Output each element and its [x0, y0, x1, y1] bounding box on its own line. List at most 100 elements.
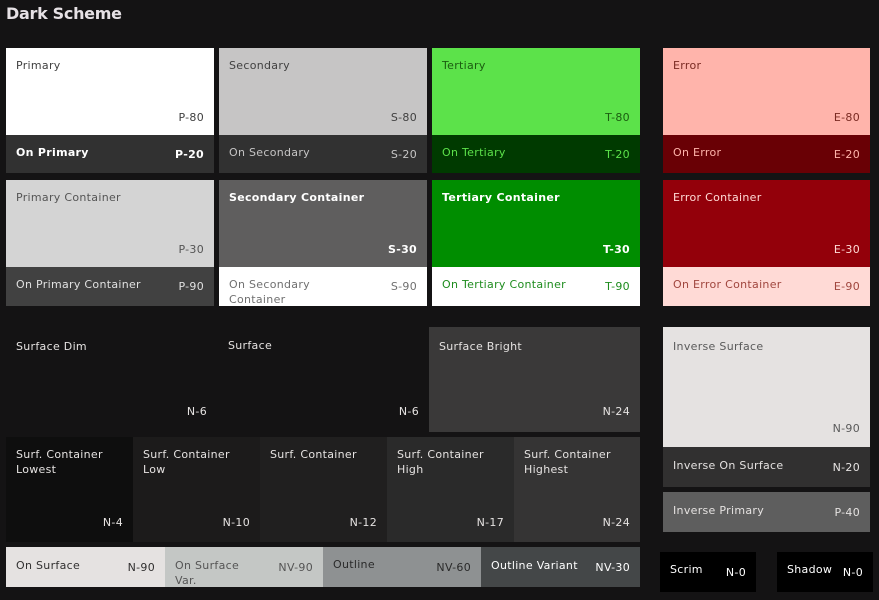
surface-container-tile[interactable]: Surf. Container N-12 [260, 437, 387, 542]
on-tertiary-container-tile[interactable]: On Tertiary Container T-90 [432, 267, 640, 306]
tile-tone: E-80 [833, 111, 860, 124]
tile-tone: N-0 [725, 566, 746, 579]
tile-tone: E-30 [833, 243, 860, 256]
on-error-container-tile[interactable]: On Error Container E-90 [663, 267, 870, 306]
tile-tone: T-20 [605, 148, 630, 161]
outline-variant-tile[interactable]: Outline Variant NV-30 [481, 547, 640, 587]
tile-label: Primary [16, 59, 61, 72]
tile-label: On Surface Var. [175, 559, 240, 587]
tile-tone: T-90 [605, 280, 630, 293]
shadow-tile[interactable]: Shadow N-0 [777, 552, 873, 592]
surface-container-low-tile[interactable]: Surf. Container Low N-10 [133, 437, 260, 542]
tile-tone: N-6 [398, 405, 419, 418]
tile-tone: NV-30 [595, 561, 630, 574]
surface-bright-tile[interactable]: Surface Bright N-24 [429, 327, 640, 432]
tile-label: Shadow [787, 563, 833, 576]
error-container-tile[interactable]: Error Container E-30 [663, 180, 870, 267]
tile-label: Surface [228, 339, 273, 352]
tile-label: Surface Dim [16, 340, 87, 353]
tile-tone: S-80 [390, 111, 417, 124]
tile-tone: S-20 [390, 148, 417, 161]
tile-label: On Surface [16, 559, 81, 572]
tile-label: On Primary Container [16, 278, 141, 291]
tile-label: Surf. Container Lowest [16, 448, 103, 476]
on-surface-variant-tile[interactable]: On Surface Var. NV-90 [165, 547, 323, 587]
tile-tone: N-4 [102, 516, 123, 529]
tile-label: Inverse Surface [673, 340, 764, 353]
tile-tone: N-10 [222, 516, 250, 529]
tile-label: Error [673, 59, 702, 72]
tile-tone: NV-90 [278, 561, 313, 574]
on-secondary-container-tile[interactable]: On Secondary Container S-90 [219, 267, 427, 306]
tile-label: Surf. Container [270, 448, 357, 461]
scrim-tile[interactable]: Scrim N-0 [660, 552, 756, 592]
primary-tile[interactable]: Primary P-80 [6, 48, 214, 135]
surface-container-highest-tile[interactable]: Surf. Container Highest N-24 [514, 437, 640, 542]
surface-container-lowest-tile[interactable]: Surf. Container Lowest N-4 [6, 437, 133, 542]
tile-label: On Secondary Container [229, 278, 310, 306]
tile-tone: E-20 [833, 148, 860, 161]
tile-tone: E-90 [833, 280, 860, 293]
inverse-on-surface-tile[interactable]: Inverse On Surface N-20 [663, 447, 870, 487]
tile-label: On Primary [16, 146, 89, 159]
outline-tile[interactable]: Outline NV-60 [323, 547, 481, 587]
tile-tone: N-12 [349, 516, 377, 529]
tile-tone: N-24 [602, 405, 630, 418]
tile-label: Secondary Container [229, 191, 365, 204]
tile-tone: S-30 [388, 243, 417, 256]
inverse-primary-tile[interactable]: Inverse Primary P-40 [663, 492, 870, 532]
tile-label: Outline Variant [491, 559, 578, 572]
secondary-container-tile[interactable]: Secondary Container S-30 [219, 180, 427, 267]
tile-tone: S-90 [390, 280, 417, 293]
tile-tone: N-90 [832, 422, 860, 435]
tile-tone: N-0 [842, 566, 863, 579]
surface-container-high-tile[interactable]: Surf. Container High N-17 [387, 437, 514, 542]
tile-tone: P-20 [175, 148, 204, 161]
tile-tone: P-30 [178, 243, 204, 256]
tile-label: On Error Container [673, 278, 782, 291]
tile-tone: NV-60 [436, 561, 471, 574]
tile-label: On Tertiary Container [442, 278, 566, 291]
tile-tone: P-90 [178, 280, 204, 293]
on-primary-container-tile[interactable]: On Primary Container P-90 [6, 267, 214, 306]
tile-label: Surf. Container High [397, 448, 484, 476]
error-tile[interactable]: Error E-80 [663, 48, 870, 135]
tile-label: On Secondary [229, 146, 310, 159]
tile-label: Surf. Container Highest [524, 448, 611, 476]
tile-label: Tertiary Container [442, 191, 560, 204]
tile-tone: N-90 [127, 561, 155, 574]
page-title: Dark Scheme [6, 4, 122, 23]
inverse-surface-tile[interactable]: Inverse Surface N-90 [663, 327, 870, 447]
tile-tone: N-20 [832, 461, 860, 474]
tile-tone: N-24 [602, 516, 630, 529]
tertiary-tile[interactable]: Tertiary T-80 [432, 48, 640, 135]
primary-container-tile[interactable]: Primary Container P-30 [6, 180, 214, 267]
tile-tone: T-80 [605, 111, 630, 124]
on-primary-tile[interactable]: On Primary P-20 [6, 135, 214, 173]
tile-label: Surface Bright [439, 340, 522, 353]
on-tertiary-tile[interactable]: On Tertiary T-20 [432, 135, 640, 173]
tile-tone: T-30 [603, 243, 630, 256]
secondary-tile[interactable]: Secondary S-80 [219, 48, 427, 135]
tile-label: Error Container [673, 191, 762, 204]
tile-label: Inverse On Surface [673, 459, 784, 472]
tile-label: Outline [333, 558, 375, 571]
tile-label: Tertiary [442, 59, 486, 72]
tile-tone: P-40 [834, 506, 860, 519]
tile-label: Surf. Container Low [143, 448, 230, 476]
on-secondary-tile[interactable]: On Secondary S-20 [219, 135, 427, 173]
tile-tone: P-80 [178, 111, 204, 124]
tile-label: Inverse Primary [673, 504, 765, 517]
tile-label: On Tertiary [442, 146, 506, 159]
on-surface-tile[interactable]: On Surface N-90 [6, 547, 165, 587]
tile-label: Scrim [670, 563, 703, 576]
surface-dim-tile[interactable]: Surface Dim N-6 [6, 327, 217, 432]
tile-tone: N-6 [186, 405, 207, 418]
surface-tile[interactable]: Surface N-6 [218, 327, 429, 432]
tile-label: On Error [673, 146, 722, 159]
tile-label: Secondary [229, 59, 290, 72]
tertiary-container-tile[interactable]: Tertiary Container T-30 [432, 180, 640, 267]
tile-tone: N-17 [476, 516, 504, 529]
on-error-tile[interactable]: On Error E-20 [663, 135, 870, 173]
tile-label: Primary Container [16, 191, 121, 204]
